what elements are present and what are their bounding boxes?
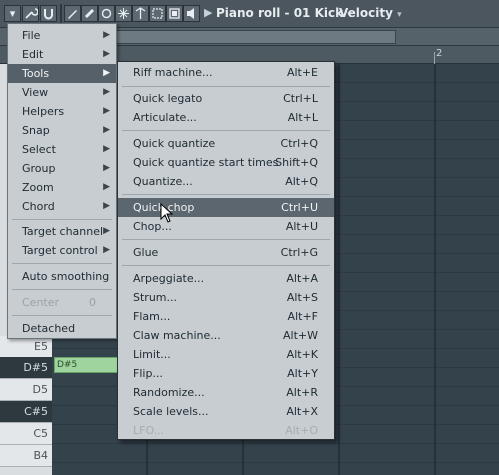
menu-separator: [122, 239, 330, 240]
bar-number: 2: [436, 48, 443, 59]
menu-item-limit[interactable]: Limit... Alt+K: [118, 345, 334, 364]
menu-item-quick-chop[interactable]: Quick chop Ctrl+U: [118, 198, 334, 217]
tools-submenu: Riff machine... Alt+E Quick legato Ctrl+L …: [117, 61, 335, 440]
menu-separator: [122, 265, 330, 266]
center-value: 0: [89, 296, 96, 309]
piano-key[interactable]: D#5: [0, 357, 52, 379]
bar-tick: [434, 52, 435, 64]
menu-item-glue[interactable]: Glue Ctrl+G: [118, 243, 334, 262]
menu-item-quick-legato[interactable]: Quick legato Ctrl+L: [118, 89, 334, 108]
menu-item-flam[interactable]: Flam... Alt+F: [118, 307, 334, 326]
chevron-right-icon: ▶: [103, 49, 110, 59]
chevron-right-icon: ▶: [103, 30, 110, 40]
menu-separator: [12, 219, 112, 220]
menu-item-tools[interactable]: Tools ▶: [8, 64, 116, 83]
menu-item-arpeggiate[interactable]: Arpeggiate... Alt+A: [118, 269, 334, 288]
chevron-right-icon: ▶: [103, 68, 110, 78]
menu-separator: [122, 194, 330, 195]
pencil-icon[interactable]: [64, 5, 81, 22]
select-icon[interactable]: [149, 5, 166, 22]
menu-item-helpers[interactable]: Helpers ▶: [8, 102, 116, 121]
piano-key[interactable]: D5: [0, 379, 52, 401]
piano-key[interactable]: B4: [0, 445, 52, 467]
chevron-right-icon: ▶: [103, 106, 110, 116]
magnet-icon[interactable]: [40, 5, 57, 22]
menu-item-target-control[interactable]: Target control ▶: [8, 241, 116, 260]
mouse-cursor-icon: [160, 203, 174, 223]
chevron-right-icon: ▶: [103, 144, 110, 154]
menu-item-target-channel[interactable]: Target channel ▶: [8, 222, 116, 241]
note-block[interactable]: D#5: [54, 357, 118, 373]
menu-item-chop[interactable]: Chop... Alt+U: [118, 217, 334, 236]
chevron-right-icon: ▶: [103, 245, 110, 255]
delete-icon[interactable]: [98, 5, 115, 22]
chevron-right-icon: ▶: [103, 125, 110, 135]
piano-key[interactable]: E5: [0, 336, 52, 358]
slice-icon[interactable]: [132, 5, 149, 22]
target-selector[interactable]: Velocity ▾: [339, 6, 402, 20]
zoom-icon[interactable]: [166, 5, 183, 22]
menu-item-randomize[interactable]: Randomize... Alt+R: [118, 383, 334, 402]
menu-item-auto-smoothing[interactable]: Auto smoothing: [8, 267, 116, 286]
menu-separator: [12, 289, 112, 290]
title-arrow-icon: ▶: [204, 6, 213, 19]
piano-roll-window: ▾ ▶ Piano roll - 01 Kick ▾ Velocity ▾ 2 …: [0, 0, 499, 475]
menu-item-claw-machine[interactable]: Claw machine... Alt+W: [118, 326, 334, 345]
menu-item-scale-levels[interactable]: Scale levels... Alt+X: [118, 402, 334, 421]
menu-item-group[interactable]: Group ▶: [8, 159, 116, 178]
chevron-right-icon: ▶: [103, 201, 110, 211]
menu-item-quick-quantize[interactable]: Quick quantize Ctrl+Q: [118, 134, 334, 153]
playback-icon[interactable]: [183, 5, 200, 22]
chevron-right-icon: ▶: [103, 163, 110, 173]
menu-item-snap[interactable]: Snap ▶: [8, 121, 116, 140]
menu-separator: [12, 263, 112, 264]
menu-item-flip[interactable]: Flip... Alt+Y: [118, 364, 334, 383]
menu-separator: [12, 315, 112, 316]
menu-item-edit[interactable]: Edit ▶: [8, 45, 116, 64]
menu-item-file[interactable]: File ▶: [8, 26, 116, 45]
brush-icon[interactable]: [81, 5, 98, 22]
menu-item-center: Center 0: [8, 293, 116, 312]
window-title: Piano roll - 01 Kick ▾: [216, 6, 352, 20]
menu-item-lfo: LFO... Alt+O: [133, 424, 318, 437]
main-menu: File ▶ Edit ▶ Tools ▶ View ▶ Helpers ▶ Snap ▶ …: [7, 23, 117, 339]
menu-item-detached[interactable]: Detached: [8, 319, 116, 338]
piano-key[interactable]: C#5: [0, 401, 52, 423]
menu-item-strum[interactable]: Strum... Alt+S: [118, 288, 334, 307]
mute-icon[interactable]: [115, 5, 132, 22]
piano-key[interactable]: C5: [0, 423, 52, 445]
chevron-right-icon: ▶: [103, 87, 110, 97]
menu-item-riff-machine[interactable]: Riff machine... Alt+E: [118, 63, 334, 82]
menu-separator: [122, 130, 330, 131]
menu-item-quantize[interactable]: Quantize... Alt+Q: [118, 172, 334, 191]
menu-item-view[interactable]: View ▶: [8, 83, 116, 102]
menu-dropdown-icon[interactable]: ▾: [4, 5, 21, 22]
menu-item-quick-quantize-start-times[interactable]: Quick quantize start times Shift+Q: [118, 153, 334, 172]
wrench-icon[interactable]: [22, 5, 39, 22]
chevron-right-icon: ▶: [103, 226, 110, 236]
menu-item-select[interactable]: Select ▶: [8, 140, 116, 159]
menu-item-articulate[interactable]: Articulate... Alt+L: [118, 108, 334, 127]
chevron-right-icon: ▶: [103, 182, 110, 192]
menu-item-chord[interactable]: Chord ▶: [8, 197, 116, 216]
menu-separator: [122, 86, 330, 87]
menu-item-zoom[interactable]: Zoom ▶: [8, 178, 116, 197]
